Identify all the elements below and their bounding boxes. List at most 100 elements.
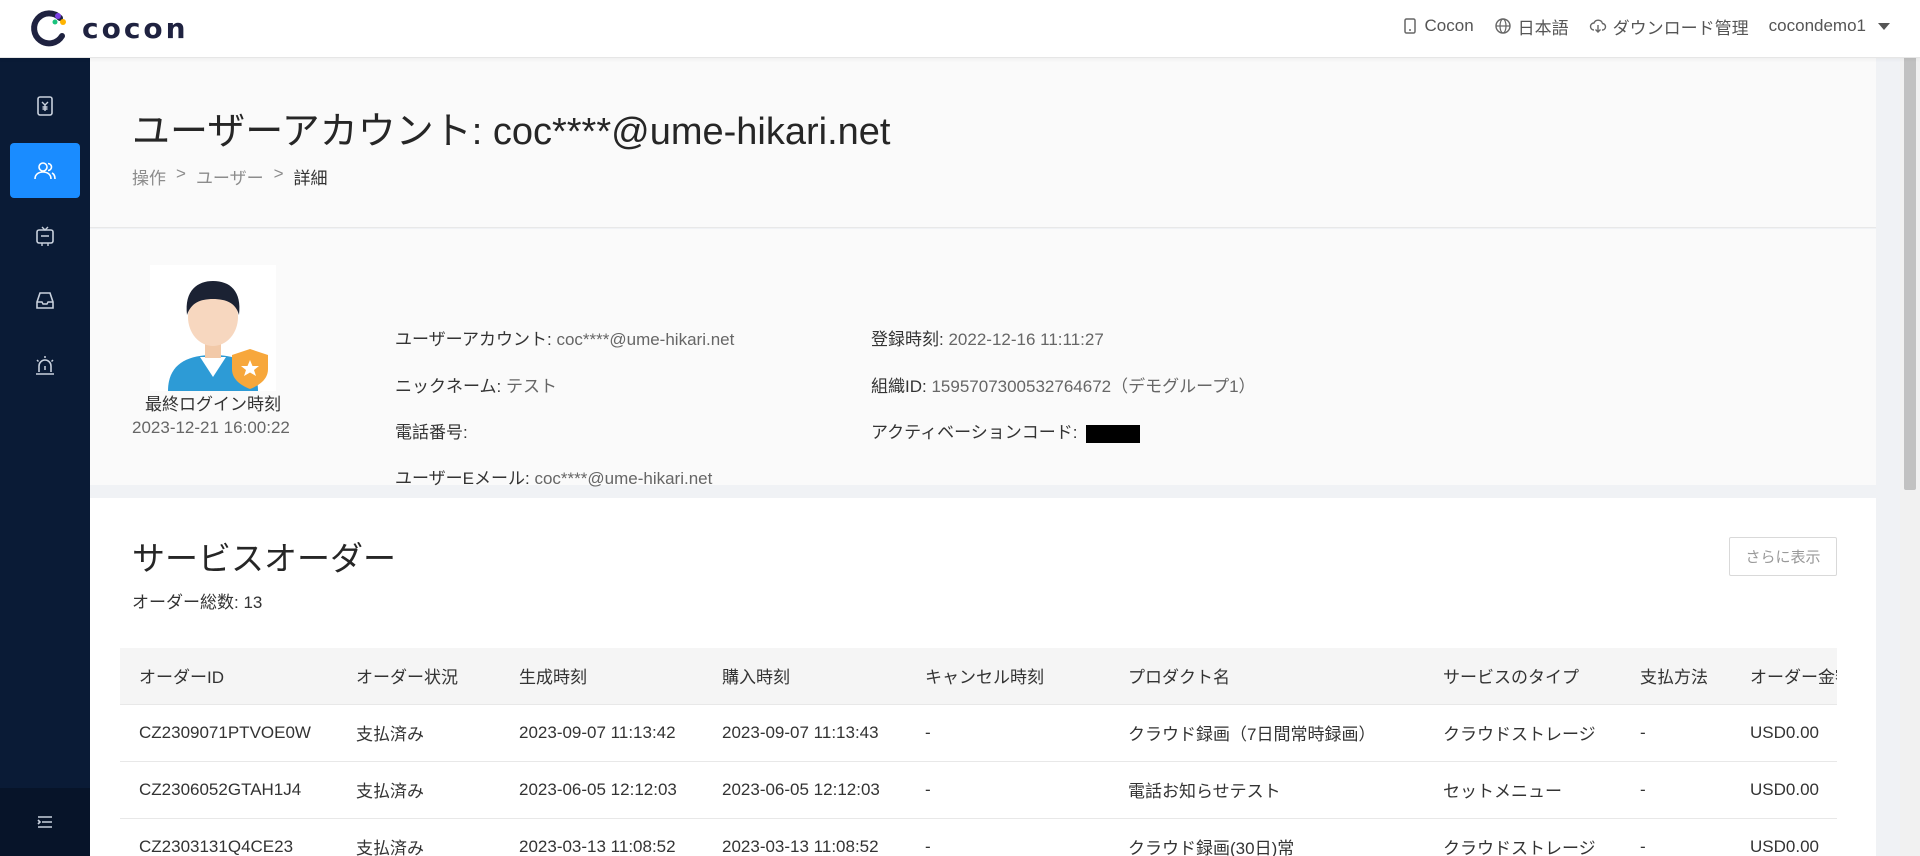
logo[interactable]: cocon [28, 8, 189, 48]
order-id-cell: CZ2306052GTAH1J4 [120, 761, 337, 819]
breadcrumb-users[interactable]: ユーザー [196, 164, 264, 189]
product-name-cell: クラウド録画(30日)常 [1109, 818, 1424, 856]
sidebar-item-alarms[interactable] [10, 338, 80, 393]
order-amount-cell: USD0.00 [1731, 704, 1837, 762]
download-manager-link[interactable]: ダウンロード管理 [1589, 14, 1749, 39]
user-menu[interactable]: cocondemo1 [1769, 16, 1890, 36]
orders-table: オーダーID オーダー状況 生成時刻 購入時刻 キャンセル時刻 プロダクト名 サ… [120, 648, 1837, 856]
sidebar-item-users[interactable] [10, 143, 80, 198]
created-time-cell: 2023-09-07 11:13:42 [500, 704, 703, 762]
cancel-time-cell: - [906, 818, 1109, 856]
table-row[interactable]: CZ2303131Q4CE23 支払済み 2023-03-13 11:08:52… [120, 818, 1837, 856]
page-scrollbar[interactable] [1900, 20, 1920, 856]
orders-count: オーダー総数: 13 [132, 593, 263, 612]
language-label: 日本語 [1517, 18, 1569, 38]
orders-title: サービスオーダー [132, 540, 396, 577]
service-type-cell: クラウドストレージ [1424, 704, 1621, 762]
service-type-cell: セットメニュー [1424, 761, 1621, 819]
table-row[interactable]: CZ2309071PTVOE0W 支払済み 2023-09-07 11:13:4… [120, 704, 1837, 762]
breadcrumb-operations[interactable]: 操作 [132, 164, 166, 189]
nickname-label: ニックネーム: [395, 377, 502, 396]
cancel-time-cell: - [906, 704, 1109, 762]
alarm-icon [36, 355, 54, 375]
activation-code-redacted [1086, 424, 1141, 443]
tablet-icon [1403, 18, 1416, 34]
header-actions: Cocon 日本語 ダウンロード管理 cocondemo1 [1401, 0, 1890, 52]
email-label: ユーザーEメール: [395, 469, 530, 488]
payment-method-cell: - [1621, 761, 1731, 819]
product-name-cell: クラウド録画（7日間常時録画） [1109, 704, 1424, 762]
org-field: 組織ID: 1595707300532764672（デモグループ1） [871, 372, 1256, 397]
globe-icon [1494, 18, 1511, 34]
top-header: cocon Cocon 日本語 ダウンロード管理 cocondemo1 [0, 0, 1920, 58]
last-login-label: 最終ログイン時刻 [145, 395, 281, 414]
page-scrollbar-thumb[interactable] [1904, 30, 1916, 490]
column-header: オーダーID [120, 648, 337, 705]
device-icon [36, 226, 54, 246]
product-name-cell: 電話お知らせテスト [1109, 761, 1424, 819]
show-more-button[interactable]: さらに表示 [1729, 537, 1837, 576]
order-status-cell: 支払済み [337, 818, 500, 856]
created-time-cell: 2023-03-13 11:08:52 [500, 818, 703, 856]
order-id-cell: CZ2309071PTVOE0W [120, 704, 337, 762]
registered-value: 2022-12-16 11:11:27 [948, 330, 1104, 349]
nickname-value: テスト [505, 377, 557, 396]
account-value: coc****@ume-hikari.net [556, 330, 735, 349]
billing-icon [37, 95, 53, 116]
payment-method-cell: - [1621, 818, 1731, 856]
breadcrumb: 操作 > ユーザー > 詳細 [132, 164, 328, 189]
main-content: ユーザーアカウント: coc****@ume-hikari.net 操作 > ユ… [90, 58, 1876, 856]
phone-label: 電話番号: [395, 423, 468, 442]
email-value: coc****@ume-hikari.net [534, 469, 713, 488]
phone-field: 電話番号: [395, 418, 468, 443]
order-amount-cell: USD0.00 [1731, 818, 1837, 856]
table-row[interactable]: CZ2306052GTAH1J4 支払済み 2023-06-05 12:12:0… [120, 761, 1837, 819]
logo-text: cocon [82, 11, 189, 45]
menu-collapse-icon [37, 816, 52, 828]
order-status-cell: 支払済み [337, 704, 500, 762]
download-label: ダウンロード管理 [1612, 18, 1749, 38]
created-time-cell: 2023-06-05 12:12:03 [500, 761, 703, 819]
email-field: ユーザーEメール: coc****@ume-hikari.net [395, 464, 712, 489]
column-header: オーダー金額 [1731, 648, 1837, 705]
breadcrumb-separator: > [176, 164, 186, 183]
org-label: 組織ID: [871, 377, 927, 396]
purchase-time-cell: 2023-03-13 11:08:52 [703, 818, 906, 856]
order-amount-cell: USD0.00 [1731, 761, 1837, 819]
language-menu[interactable]: 日本語 [1494, 14, 1569, 39]
column-header: キャンセル時刻 [906, 648, 1109, 705]
activation-field: アクティベーションコード: [871, 418, 1141, 443]
last-login-value: 2023-12-21 16:00:22 [132, 418, 290, 437]
sidebar [0, 58, 90, 856]
org-value: 1595707300532764672（デモグループ1） [931, 377, 1256, 396]
breadcrumb-detail: 詳細 [293, 169, 328, 188]
orders-panel: サービスオーダー オーダー総数: 13 さらに表示 オーダーID オーダー状況 … [90, 498, 1876, 856]
purchase-time-cell: 2023-09-07 11:13:43 [703, 704, 906, 762]
logo-mark-icon [31, 10, 66, 47]
column-header: 支払方法 [1621, 648, 1731, 705]
sidebar-item-inbox[interactable] [10, 273, 80, 328]
cloud-download-icon [1589, 19, 1606, 33]
table-header-row: オーダーID オーダー状況 生成時刻 購入時刻 キャンセル時刻 プロダクト名 サ… [120, 648, 1837, 705]
device-menu[interactable]: Cocon [1401, 16, 1474, 36]
registered-label: 登録時刻: [871, 330, 944, 349]
page-header: ユーザーアカウント: coc****@ume-hikari.net 操作 > ユ… [90, 58, 1876, 228]
orders-table-container: オーダーID オーダー状況 生成時刻 購入時刻 キャンセル時刻 プロダクト名 サ… [120, 648, 1837, 856]
page-title: ユーザーアカウント: coc****@ume-hikari.net [132, 111, 891, 153]
profile-panel: 最終ログイン時刻 2023-12-21 16:00:22 ユーザーアカウント: … [90, 229, 1876, 488]
account-label: ユーザーアカウント: [395, 330, 552, 349]
caret-down-icon [1878, 22, 1890, 30]
nickname-field: ニックネーム: テスト [395, 372, 557, 397]
user-avatar [150, 265, 276, 391]
device-label: Cocon [1424, 16, 1474, 35]
cancel-time-cell: - [906, 761, 1109, 819]
sidebar-collapse-button[interactable] [0, 788, 90, 856]
registered-field: 登録時刻: 2022-12-16 11:11:27 [871, 325, 1104, 350]
users-icon [34, 161, 56, 179]
service-type-cell: クラウドストレージ [1424, 818, 1621, 856]
breadcrumb-separator: > [273, 164, 284, 183]
sidebar-item-billing[interactable] [10, 78, 80, 133]
sidebar-item-devices[interactable] [10, 208, 80, 263]
column-header: オーダー状況 [337, 648, 500, 705]
order-id-cell: CZ2303131Q4CE23 [120, 818, 337, 856]
